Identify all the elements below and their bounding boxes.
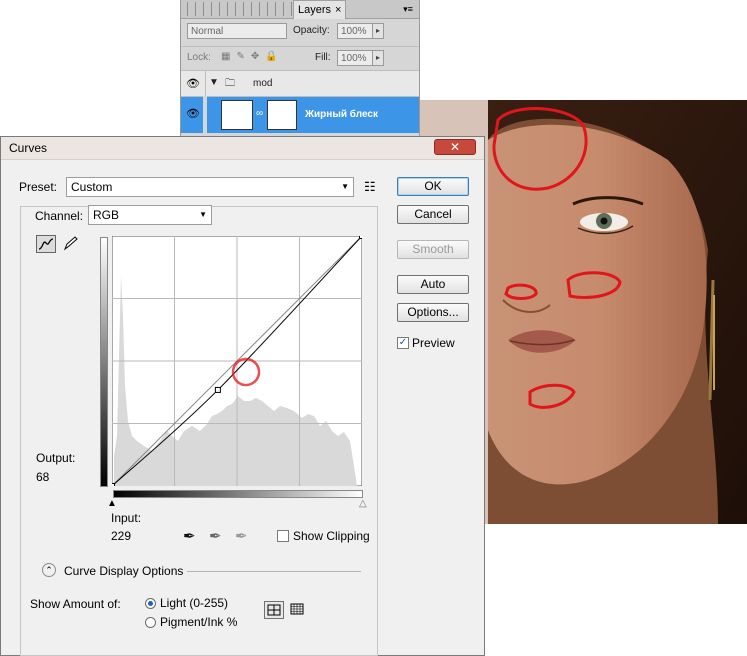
preview-checkbox[interactable]: ✓ (397, 337, 409, 349)
curve-control-point[interactable] (359, 236, 363, 239)
divider (187, 571, 361, 572)
cancel-button[interactable]: Cancel (397, 205, 469, 224)
channel-select[interactable]: RGB ▼ (88, 205, 212, 225)
black-eyedropper-icon[interactable]: ✒ (183, 527, 196, 545)
selected-layer-name: Жирный блеск (305, 109, 378, 120)
display-options-label: Curve Display Options (64, 564, 184, 578)
input-label: Input: (111, 511, 142, 525)
close-button[interactable]: ✕ (434, 139, 476, 155)
grid-10x10-icon[interactable] (288, 601, 308, 619)
opacity-input[interactable]: 100% (337, 23, 373, 39)
opacity-arrow-icon[interactable]: ▸ (372, 23, 384, 39)
dialog-title: Curves (9, 141, 48, 155)
grid-4x4-icon[interactable] (264, 601, 284, 619)
visibility-eye-icon[interactable]: 👁 (186, 79, 200, 90)
preview-label: Preview (412, 336, 455, 350)
channel-label: Channel: (35, 209, 84, 223)
light-label: Light (0-255) (160, 596, 229, 610)
black-point-slider-icon[interactable]: ▲ (107, 498, 117, 509)
layer-mask-thumbnail[interactable] (267, 100, 297, 130)
collapse-chevron-icon[interactable]: ⌃ (42, 563, 56, 577)
collapsed-panel-tabs[interactable] (187, 2, 295, 16)
fill-arrow-icon[interactable]: ▸ (372, 50, 384, 66)
group-name: mod (253, 78, 273, 89)
tab-layers[interactable]: Layers × (293, 0, 347, 19)
options-button[interactable]: Options... (397, 303, 469, 322)
blend-mode-select[interactable]: Normal (187, 23, 287, 39)
opacity-label: Opacity: (293, 25, 330, 36)
output-value: 68 (36, 470, 50, 484)
show-amount-label: Show Amount of: (30, 597, 121, 611)
light-radio[interactable] (145, 598, 156, 609)
show-clipping-label: Show Clipping (293, 529, 370, 543)
lock-icons[interactable]: ▦✎✥🔒 (221, 51, 284, 62)
channel-value: RGB (93, 208, 120, 222)
preset-select[interactable]: Custom ▼ (66, 177, 354, 197)
panel-menu-icon[interactable]: ▾≡ (401, 3, 415, 15)
pencil-icon[interactable] (61, 235, 81, 253)
curves-graph[interactable] (112, 236, 362, 486)
fill-label: Fill: (315, 52, 331, 63)
gray-eyedropper-icon[interactable]: ✒ (209, 527, 222, 545)
tab-layers-label: Layers (298, 4, 332, 16)
preset-label: Preset: (19, 180, 58, 194)
dialog-titlebar: Curves ✕ (1, 137, 484, 160)
curves-adjustment-icon (221, 100, 253, 130)
output-gradient-bar (100, 237, 108, 487)
selected-layer-row[interactable]: 👁 ∞ Жирный блеск (181, 96, 419, 133)
input-gradient-bar (113, 490, 363, 498)
pigment-radio[interactable] (145, 617, 156, 628)
smooth-button[interactable]: Smooth (397, 240, 469, 259)
white-eyedropper-icon[interactable]: ✒ (235, 527, 248, 545)
fill-input[interactable]: 100% (337, 50, 373, 66)
layer-group-row[interactable]: 👁 ▼ 🗀 mod (181, 70, 419, 97)
chevron-down-icon: ▼ (199, 210, 207, 219)
preset-value: Custom (71, 180, 113, 194)
curve-edit-points-icon[interactable] (36, 235, 56, 253)
output-label: Output: (36, 451, 76, 465)
lock-row: Lock: ▦✎✥🔒 Fill: 100% ▸ (181, 46, 419, 71)
chevron-down-icon: ▼ (341, 182, 349, 191)
preset-options-icon[interactable]: ☷ (364, 179, 376, 195)
pigment-label: Pigment/Ink % (160, 615, 238, 629)
layers-panel: Layers × ▾≡ Normal Opacity: 100% ▸ Lock: … (180, 0, 420, 140)
lock-label: Lock: (187, 52, 211, 63)
show-clipping-checkbox[interactable] (277, 530, 289, 542)
mask-link-icon[interactable]: ∞ (256, 108, 263, 119)
blend-row: Normal Opacity: 100% ▸ (181, 20, 419, 44)
auto-button[interactable]: Auto (397, 275, 469, 294)
ok-button[interactable]: OK (397, 177, 469, 196)
white-point-slider-icon[interactable]: △ (359, 498, 367, 509)
curve-control-point[interactable] (112, 483, 115, 487)
panel-tabstrip: Layers × ▾≡ (181, 0, 419, 19)
folder-icon: 🗀 (225, 78, 235, 89)
group-expand-icon[interactable]: ▼ (209, 77, 219, 88)
curve-control-point[interactable] (214, 386, 221, 393)
tab-close-icon[interactable]: × (335, 4, 341, 16)
input-value: 229 (111, 529, 132, 543)
visibility-eye-icon[interactable]: 👁 (186, 109, 200, 120)
